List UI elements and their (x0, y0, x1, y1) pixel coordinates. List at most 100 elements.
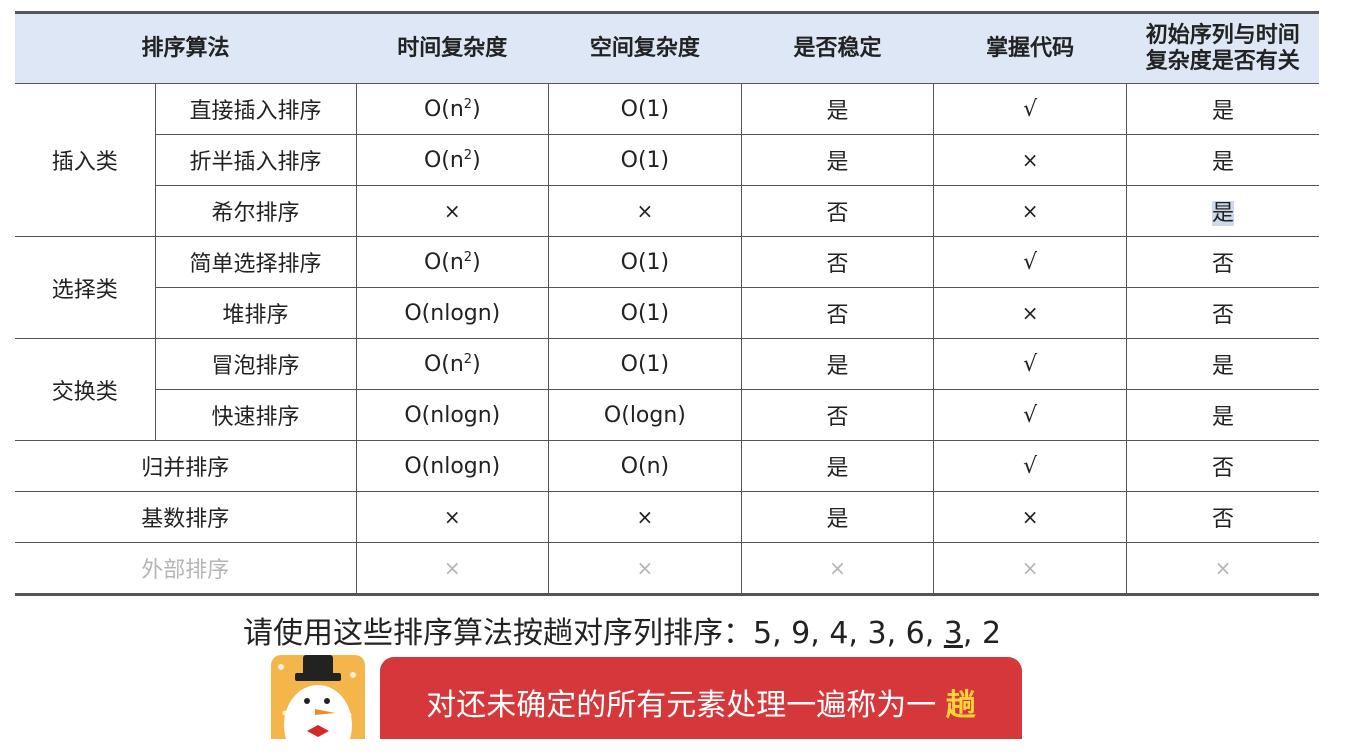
table-row: 基数排序 × × 是 × 否 (15, 491, 1319, 543)
related-value: 否 (1125, 287, 1319, 339)
table-header-row: 排序算法 时间复杂度 空间复杂度 是否稳定 掌握代码 初始序列与时间 复杂度是否… (15, 11, 1319, 84)
question-text: 请使用这些排序算法按趟对序列排序：5, 9, 4, 3, 6, 3, 2 (243, 608, 1001, 652)
time-end: ) (472, 96, 481, 122)
code-mark: √ (933, 440, 1127, 492)
algorithm-name: 冒泡排序 (154, 338, 357, 390)
time-complexity: O(nlogn) (355, 440, 549, 492)
table-row: 外部排序 × × × × × (15, 542, 1319, 596)
banner-text: 对还未确定的所有元素处理一遍称为一 (426, 688, 937, 723)
sorting-comparison-table: 排序算法 时间复杂度 空间复杂度 是否稳定 掌握代码 初始序列与时间 复杂度是否… (15, 11, 1319, 596)
space-complexity: O(1) (548, 338, 742, 390)
code-mark: × (933, 185, 1127, 237)
snowman-icon (278, 655, 356, 739)
time-end: ) (472, 351, 481, 377)
code-mark: √ (933, 389, 1127, 441)
algorithm-name: 外部排序 (15, 542, 357, 596)
space-complexity: × (548, 542, 742, 596)
code-mark: × (933, 542, 1127, 596)
table-row: 插入类 直接插入排序 O(n2) O(1) 是 √ 是 (15, 83, 1319, 237)
header-initial-sequence-line1: 初始序列与时间 (1145, 22, 1300, 48)
time-complexity: O(n2) (355, 83, 549, 135)
space-complexity: O(logn) (548, 389, 742, 441)
definition-banner: 对还未确定的所有元素处理一遍称为一 趟 (380, 657, 1022, 739)
header-time-complexity: 时间复杂度 (356, 11, 549, 84)
table-row: 希尔排序 × × 否 × 是 (15, 185, 1319, 237)
algorithm-name: 希尔排序 (154, 185, 357, 237)
table-row: 折半插入排序 O(n2) O(1) 是 × 是 (15, 134, 1319, 186)
algorithm-name: 简单选择排序 (154, 236, 357, 288)
group-exchange: 交换类 (15, 338, 155, 441)
algorithm-name: 快速排序 (154, 389, 357, 441)
related-value: 否 (1125, 236, 1319, 288)
header-initial-sequence: 初始序列与时间 复杂度是否有关 (1126, 11, 1319, 84)
time-complexity: × (355, 491, 549, 543)
related-value: 否 (1125, 491, 1319, 543)
header-initial-sequence-line2: 复杂度是否有关 (1145, 48, 1300, 74)
time-sup: 2 (463, 147, 473, 163)
algorithm-name: 归并排序 (15, 440, 357, 492)
related-value: 是 (1125, 338, 1319, 390)
time-end: ) (472, 147, 481, 173)
algorithm-name: 堆排序 (154, 287, 357, 339)
snowman-mascot-icon (271, 655, 365, 739)
header-master-code: 掌握代码 (933, 11, 1127, 84)
time-complexity: O(n2) (355, 236, 549, 288)
code-mark: √ (933, 83, 1127, 135)
stable-value: 否 (740, 389, 934, 441)
table-row: 堆排序 O(nlogn) O(1) 否 × 否 (15, 287, 1319, 339)
code-mark: √ (933, 236, 1127, 288)
question-suffix: , 2 (962, 616, 1002, 651)
space-complexity: × (548, 491, 742, 543)
code-mark: × (933, 287, 1127, 339)
stable-value: 是 (740, 338, 934, 390)
stable-value: 是 (740, 440, 934, 492)
stable-value: 否 (740, 185, 934, 237)
stable-value: 否 (740, 236, 934, 288)
group-insertion: 插入类 (15, 83, 155, 237)
time-text: O(n (423, 96, 464, 122)
time-text: O(n (423, 249, 464, 275)
header-space-complexity: 空间复杂度 (548, 11, 742, 84)
related-value: 否 (1125, 440, 1319, 492)
related-value: 是 (1125, 83, 1319, 135)
algorithm-name: 基数排序 (15, 491, 357, 543)
code-mark: × (933, 134, 1127, 186)
table-row: 快速排序 O(nlogn) O(logn) 否 √ 是 (15, 389, 1319, 441)
space-complexity: O(n) (548, 440, 742, 492)
table-row: 选择类 简单选择排序 O(n2) O(1) 否 √ 否 (15, 236, 1319, 339)
related-value: 是 (1125, 134, 1319, 186)
time-complexity: O(n2) (355, 338, 549, 390)
time-text: O(n (423, 351, 464, 377)
stable-value: 是 (740, 83, 934, 135)
algorithm-name: 折半插入排序 (154, 134, 357, 186)
stable-value: 是 (740, 134, 934, 186)
related-value: × (1125, 542, 1319, 596)
stable-value: × (740, 542, 934, 596)
banner-keyword: 趟 (945, 688, 976, 723)
header-stable: 是否稳定 (741, 11, 934, 84)
space-complexity: O(1) (548, 287, 742, 339)
stable-value: 否 (740, 287, 934, 339)
time-complexity: O(nlogn) (355, 389, 549, 441)
time-sup: 2 (463, 351, 473, 367)
time-sup: 2 (463, 96, 473, 112)
code-mark: √ (933, 338, 1127, 390)
related-value: 是 (1125, 389, 1319, 441)
space-complexity: × (548, 185, 742, 237)
code-mark: × (933, 491, 1127, 543)
time-text: O(n (423, 147, 464, 173)
time-complexity: O(nlogn) (355, 287, 549, 339)
time-end: ) (472, 249, 481, 275)
related-value-selected: 是 (1211, 201, 1234, 226)
question-underlined-number: 3 (943, 616, 963, 651)
time-complexity: O(n2) (355, 134, 549, 186)
time-complexity: × (355, 185, 549, 237)
question-prefix: 请使用这些排序算法按趟对序列排序：5, 9, 4, 3, 6, (243, 616, 944, 651)
time-sup: 2 (463, 249, 473, 265)
group-selection: 选择类 (15, 236, 155, 339)
space-complexity: O(1) (548, 236, 742, 288)
table-row: 归并排序 O(nlogn) O(n) 是 √ 否 (15, 440, 1319, 492)
algorithm-name: 直接插入排序 (154, 83, 357, 135)
time-complexity: × (355, 542, 549, 596)
related-value: 是 (1125, 185, 1319, 237)
